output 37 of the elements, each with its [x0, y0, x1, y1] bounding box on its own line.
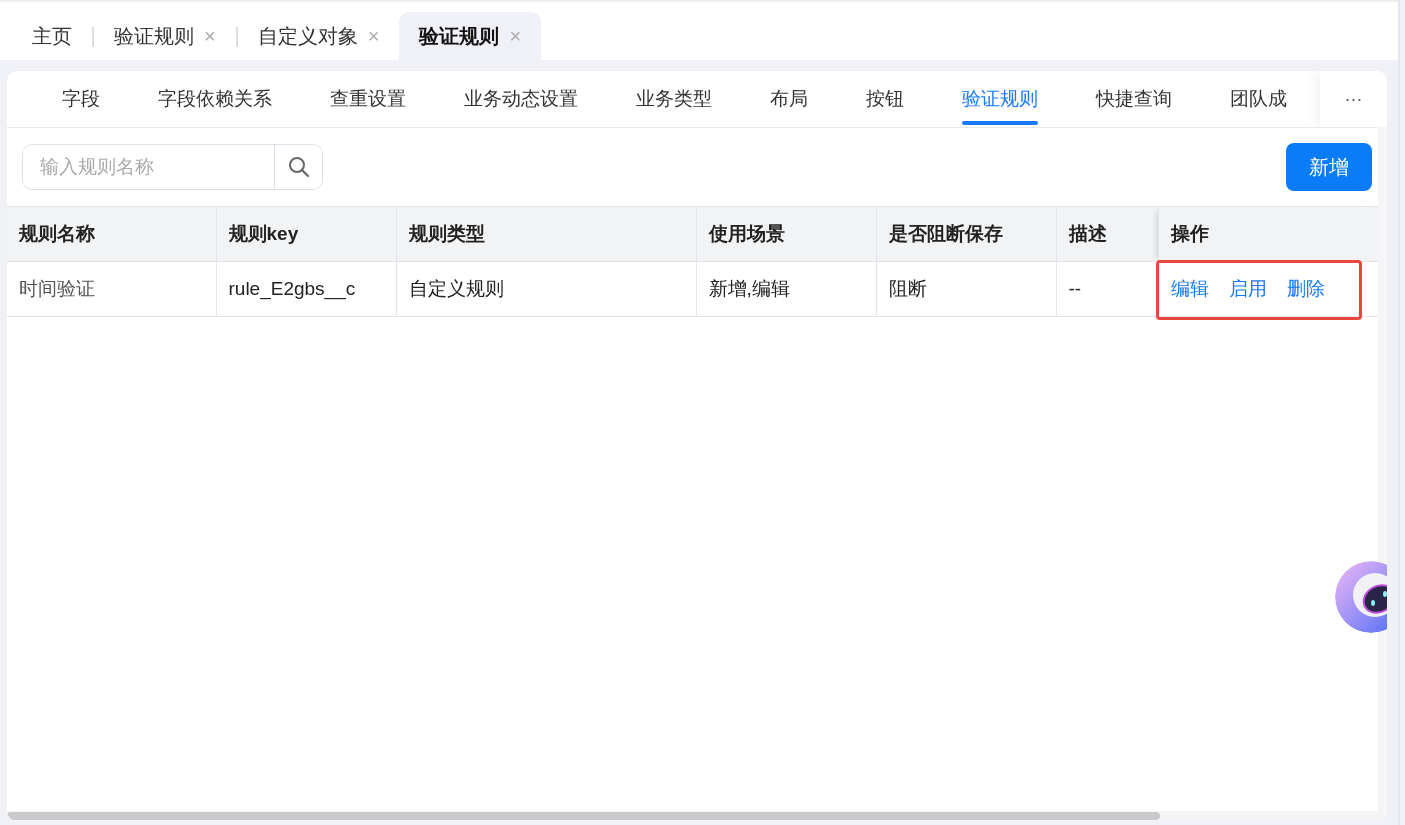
tab[interactable]: 按钮	[837, 71, 933, 127]
column-header: 是否阻断保存	[876, 206, 1056, 262]
scrollbar[interactable]	[7, 811, 1378, 821]
table-cell: rule_E2gbs__c	[216, 261, 396, 317]
table-cell: 阻断	[876, 261, 1056, 317]
scrollbar[interactable]	[1378, 127, 1387, 821]
tab[interactable]: 字段	[33, 71, 129, 127]
table-cell: 自定义规则	[396, 261, 696, 317]
search-button[interactable]	[274, 145, 322, 189]
tab[interactable]: 查重设置	[301, 71, 435, 127]
tab[interactable]: 验证规则	[933, 71, 1067, 127]
tab[interactable]: 布局	[741, 71, 837, 127]
action-link[interactable]: 删除	[1286, 278, 1325, 299]
tab[interactable]: 快捷查询	[1067, 71, 1201, 127]
tab[interactable]: 团队成	[1201, 71, 1287, 127]
page-tab[interactable]: 主页	[12, 12, 92, 60]
robot-assistant-icon[interactable]	[1335, 561, 1387, 633]
column-header: 规则类型	[396, 206, 696, 262]
tab[interactable]: 业务动态设置	[435, 71, 607, 127]
search-field[interactable]: 输入规则名称	[22, 144, 323, 190]
action-link[interactable]: 编辑	[1170, 278, 1209, 299]
add-button[interactable]: 新增	[1286, 143, 1372, 191]
search-icon	[287, 156, 310, 178]
more-button[interactable]: ···	[1320, 71, 1387, 127]
column-header: 使用场景	[696, 206, 876, 262]
tab[interactable]: 业务类型	[607, 71, 741, 127]
column-header: 描述	[1056, 206, 1158, 262]
column-header: 操作	[1158, 206, 1378, 262]
tab[interactable]: 字段依赖关系	[129, 71, 301, 127]
table-cell: 时间验证	[7, 261, 216, 317]
page-tab[interactable]: 验证规则 ×	[94, 12, 236, 60]
action-link[interactable]: 启用	[1228, 278, 1267, 299]
column-header: 规则名称	[7, 206, 216, 262]
table-cell: 新增,编辑	[696, 261, 876, 317]
page-tab[interactable]: 验证规则 ×	[399, 12, 542, 60]
column-header: 规则key	[216, 206, 396, 262]
page-tab[interactable]: 自定义对象 ×	[237, 12, 400, 60]
